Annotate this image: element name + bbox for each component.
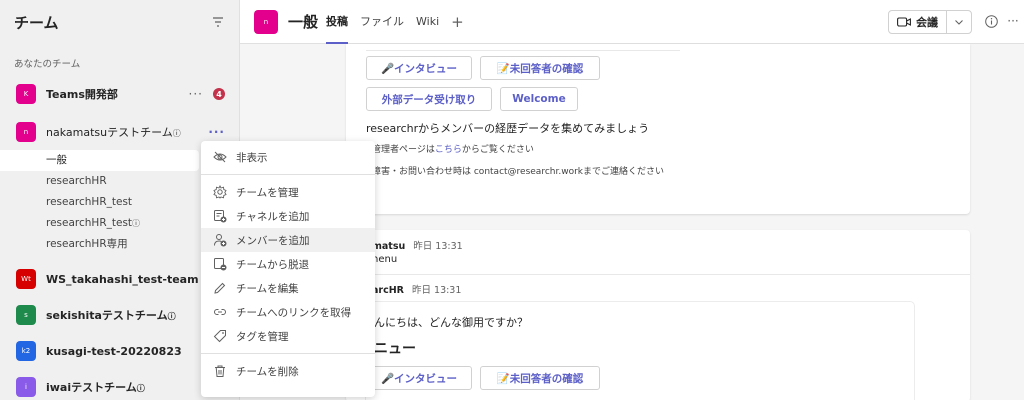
menu-item-add-channel[interactable]: チャネルを追加 [201, 204, 375, 228]
eye-off-icon [213, 151, 227, 163]
menu-item-edit-team[interactable]: チームを編集 [201, 276, 375, 300]
pencil-icon [214, 282, 226, 294]
message-body: nenu [372, 254, 398, 265]
meet-button-group: 会議 [888, 10, 972, 34]
link-icon [214, 309, 226, 315]
sender-name: matsu [372, 241, 406, 252]
unanswered-check-button[interactable]: 📝未回答者の確認 [480, 366, 600, 390]
menu-item-leave-team[interactable]: チームから脱退 [201, 252, 375, 276]
message-header: arcHR 昨日 13:31 [372, 282, 461, 296]
meet-button[interactable]: 会議 [889, 11, 947, 33]
team-avatar: Wt [16, 269, 36, 289]
leave-icon [214, 258, 227, 271]
interview-button[interactable]: 🎤インタビュー [366, 56, 472, 80]
team-name: Teams開発部 [46, 88, 118, 101]
divider [346, 274, 970, 275]
channel-avatar: n [254, 9, 278, 34]
team-context-menu: 非表示 チームを管理 チャネルを追加 メンバーを追加 チームから脱退 チームを編… [201, 141, 375, 397]
info-icon: ⓘ [132, 219, 141, 228]
team-avatar: n [16, 122, 36, 142]
team-avatar: k2 [16, 341, 36, 361]
greeting-text: んにちは、どんな御用ですか？ [374, 316, 528, 329]
menu-item-label: チャネルを追加 [236, 210, 310, 223]
channel-header: n 一般 投稿 ファイル Wiki + 会議 ··· [240, 0, 1024, 44]
menu-divider [201, 174, 375, 175]
channel-title: 一般 [288, 13, 319, 31]
chevron-down-icon[interactable] [947, 11, 971, 33]
sender-name: arcHR [372, 285, 404, 296]
menu-divider [201, 353, 375, 354]
intro-text: researchrからメンバーの経歴データを集めてみましょう [366, 122, 650, 135]
menu-title: ニュー [374, 341, 416, 357]
add-tab-button[interactable]: + [451, 13, 464, 31]
your-teams-label: あなたのチーム [14, 59, 81, 70]
external-data-button[interactable]: 外部データ受け取り [366, 87, 492, 111]
menu-item-add-member[interactable]: メンバーを追加 [201, 228, 375, 252]
menu-item-label: チームを編集 [236, 282, 299, 295]
add-person-icon [214, 234, 227, 247]
menu-item-label: チームを管理 [236, 186, 299, 199]
menu-item-label: チームから脱退 [236, 258, 310, 271]
sidebar-title: チーム [14, 13, 59, 32]
info-icon: ⓘ [172, 129, 181, 138]
add-channel-icon [214, 210, 227, 223]
team-name: WS_takahashi_test-team [46, 272, 199, 286]
divider [366, 50, 680, 51]
tab-files[interactable]: ファイル [360, 0, 404, 44]
filter-icon[interactable] [211, 15, 225, 29]
bot-message-card: 🎤インタビュー 📝未回答者の確認 外部データ受け取り Welcome resea… [346, 44, 970, 214]
info-icon: ⓘ [167, 312, 176, 321]
menu-item-delete-team[interactable]: チームを削除 [201, 359, 375, 383]
info-icon: ⓘ [136, 384, 145, 393]
menu-item-hide[interactable]: 非表示 [201, 145, 375, 169]
menu-item-label: チームを削除 [236, 365, 299, 378]
admin-page-text: 管理者ページはこちらからご覧ください [372, 145, 534, 155]
more-options-icon[interactable]: ··· [208, 125, 225, 139]
notification-badge: 4 [213, 88, 225, 100]
message-time: 昨日 13:31 [413, 241, 463, 252]
welcome-button[interactable]: Welcome [500, 87, 578, 111]
team-avatar: s [16, 305, 36, 325]
team-avatar: K [16, 84, 36, 104]
team-item-teams-dev[interactable]: K Teams開発部 ··· 4 [0, 76, 239, 112]
tag-icon [213, 330, 226, 343]
menu-item-label: タグを管理 [236, 330, 289, 343]
gear-icon [213, 185, 227, 199]
tab-posts[interactable]: 投稿 [326, 0, 349, 44]
trash-icon [215, 365, 225, 377]
bot-reply-card: んにちは、どんな御用ですか？ ニュー 🎤インタビュー 📝未回答者の確認 [366, 302, 914, 400]
menu-item-manage-team[interactable]: チームを管理 [201, 180, 375, 204]
menu-item-manage-tags[interactable]: タグを管理 [201, 324, 375, 348]
admin-page-link[interactable]: こちら [435, 145, 462, 155]
message-thread-card: matsu 昨日 13:31 nenu arcHR 昨日 13:31 んにちは、どん… [346, 230, 970, 400]
info-icon[interactable] [984, 14, 998, 28]
more-options-icon[interactable]: ··· [189, 87, 203, 101]
team-name: iwaiテストチームⓘ [46, 381, 145, 394]
interview-button[interactable]: 🎤インタビュー [366, 366, 472, 390]
menu-item-label: 非表示 [236, 151, 268, 164]
tab-wiki[interactable]: Wiki [416, 0, 439, 44]
message-header: matsu 昨日 13:31 [372, 238, 463, 252]
team-name: nakamatsuテストチームⓘ [46, 126, 181, 139]
sidebar-header: チーム [0, 0, 239, 44]
unanswered-check-button[interactable]: 📝未回答者の確認 [480, 56, 600, 80]
contact-text: 障害・お問い合わせ時は contact@researchr.workまでご連絡く… [372, 167, 664, 177]
more-options-icon[interactable]: ··· [1006, 14, 1020, 28]
video-camera-icon [897, 17, 911, 27]
meet-label: 会議 [916, 16, 938, 29]
team-name: sekishitaテストチームⓘ [46, 309, 176, 322]
menu-item-get-link[interactable]: チームへのリンクを取得 [201, 300, 375, 324]
menu-item-label: チームへのリンクを取得 [236, 306, 352, 319]
menu-item-label: メンバーを追加 [236, 234, 310, 247]
message-time: 昨日 13:31 [412, 285, 462, 296]
channel-item-general[interactable]: 一般 [0, 150, 199, 171]
team-avatar: i [16, 377, 36, 397]
team-name: kusagi-test-20220823 [46, 344, 182, 358]
